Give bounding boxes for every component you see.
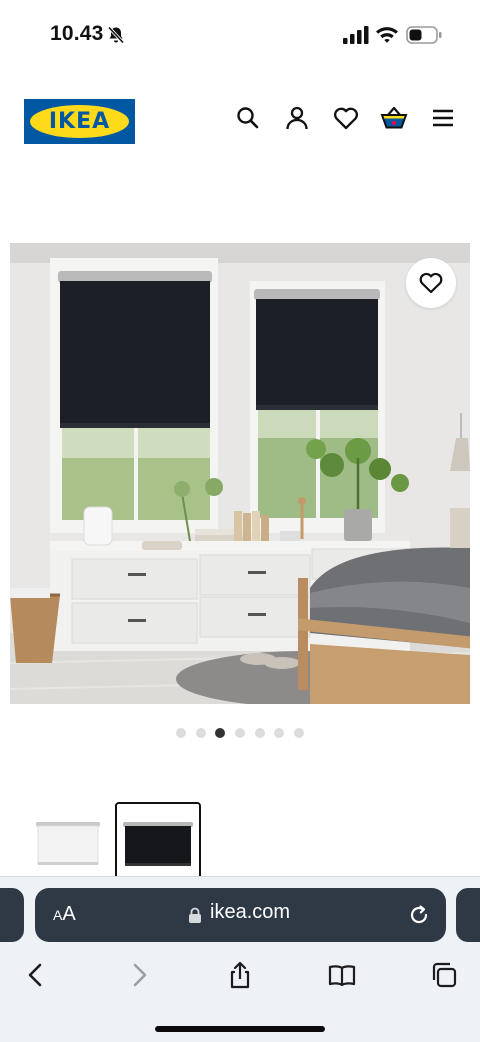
carousel-dot[interactable] <box>196 728 206 738</box>
url-text: ikea.com <box>210 901 291 923</box>
white-blind-thumbnail[interactable] <box>26 802 112 876</box>
product-image[interactable] <box>10 243 470 704</box>
address-bar[interactable]: AA ikea.com <box>35 888 446 942</box>
site-header: IKEA <box>0 96 480 146</box>
home-indicator <box>155 1026 325 1032</box>
battery-icon <box>406 26 442 44</box>
heart-icon[interactable] <box>332 104 360 132</box>
lock-icon <box>188 907 202 924</box>
status-bar: 10.43 <box>0 0 480 72</box>
text-size-button[interactable]: AA <box>53 903 76 926</box>
favorite-button[interactable] <box>406 258 456 308</box>
ikea-logo[interactable]: IKEA <box>24 99 135 144</box>
carousel-dot[interactable] <box>176 728 186 738</box>
bookmarks-icon[interactable] <box>327 960 357 990</box>
black-blind-thumbnail[interactable] <box>115 802 201 876</box>
back-icon[interactable] <box>21 960 51 990</box>
share-icon[interactable] <box>225 960 255 990</box>
next-tab-peek[interactable] <box>456 888 480 942</box>
reload-icon[interactable] <box>407 903 431 927</box>
shopping-basket-icon[interactable] <box>380 104 408 132</box>
search-icon[interactable] <box>234 104 262 132</box>
menu-icon[interactable] <box>429 104 457 132</box>
previous-tab-peek[interactable] <box>0 888 24 942</box>
tabs-icon[interactable] <box>429 960 459 990</box>
cellular-signal-icon <box>343 26 369 44</box>
carousel-dot[interactable] <box>255 728 265 738</box>
heart-outline-icon <box>419 272 443 294</box>
logo-text: IKEA <box>48 109 111 134</box>
bell-slash-icon <box>106 25 126 45</box>
carousel-pagination <box>0 728 480 740</box>
carousel-dot[interactable] <box>235 728 245 738</box>
profile-icon[interactable] <box>283 104 311 132</box>
carousel-dot[interactable] <box>294 728 304 738</box>
carousel-dot[interactable] <box>274 728 284 738</box>
wifi-icon <box>375 24 399 44</box>
status-time: 10.43 <box>50 22 104 45</box>
forward-icon[interactable] <box>124 960 154 990</box>
carousel-dot-active[interactable] <box>215 728 225 738</box>
browser-toolbar: AA ikea.com <box>0 876 480 1042</box>
